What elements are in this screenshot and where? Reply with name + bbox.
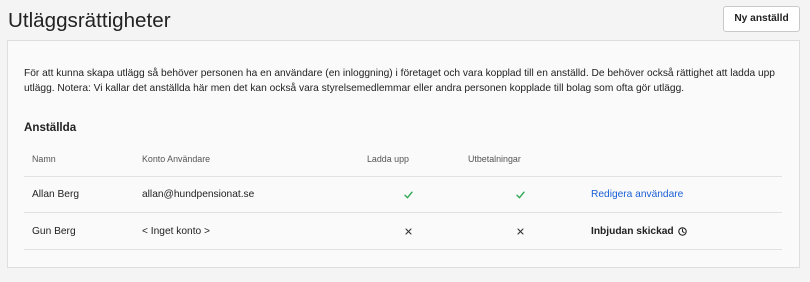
employee-account: allan@hundpensionat.se [142,189,255,200]
employees-card: För att kunna skapa utlägg så behöver pe… [7,40,800,268]
invitation-status: Inbjudan skickad [591,226,687,237]
row-action-cell: Inbjudan skickad [583,226,782,237]
info-text: För att kunna skapa utlägg så behöver pe… [24,68,775,94]
cross-icon [404,227,412,235]
edit-user-link[interactable]: Redigera användare [591,189,683,200]
employee-name: Gun Berg [32,225,76,237]
table-header-row: Namn Konto Användare Ladda upp Utbetalni… [24,141,782,177]
check-icon [403,191,413,199]
column-header-payouts: Utbetalningar [468,153,521,164]
upload-permission-cell [359,191,460,199]
cross-icon [516,227,524,235]
column-header-name: Namn [32,153,56,164]
row-action-cell: Redigera användare [583,189,782,200]
check-icon [515,191,525,199]
employees-table: Namn Konto Användare Ladda upp Utbetalni… [24,141,782,250]
expense-permissions-page: Utläggsrättigheter Ny anställd För att k… [0,0,810,282]
column-header-upload: Ladda upp [367,153,409,164]
clock-icon [677,226,687,236]
table-row: Gun Berg < Inget konto > Inbjudan skicka… [24,213,782,250]
page-title: Utläggsrättigheter [8,9,171,32]
column-header-account: Konto Användare [142,153,211,164]
employee-account: < Inget konto > [142,225,210,237]
payouts-permission-cell [460,227,583,235]
table-row: Allan Berg allan@hundpensionat.se Redige… [24,177,782,213]
employee-name: Allan Berg [32,189,80,200]
new-employee-button[interactable]: Ny anställd [723,6,800,32]
upload-permission-cell [359,227,460,235]
employees-heading: Anställda [24,121,77,134]
invitation-status-label: Inbjudan skickad [591,225,674,237]
payouts-permission-cell [460,191,583,199]
